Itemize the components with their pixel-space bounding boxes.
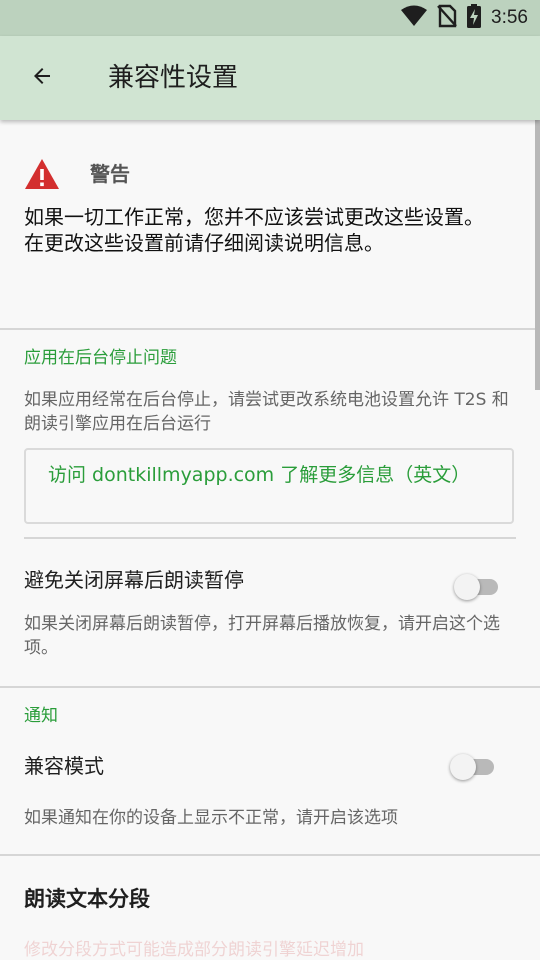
status-bar: 3:56 — [0, 0, 540, 36]
warning-line-2: 在更改这些设置前请仔细阅读说明信息。 — [24, 231, 384, 255]
status-icons: 3:56 — [401, 4, 528, 32]
compat-mode-description: 如果通知在你的设备上显示不正常，请开启该选项 — [24, 808, 398, 828]
background-description: 如果应用经常在后台停止，请尝试更改系统电池设置允许 T2S 和朗读引擎应用在后台… — [24, 390, 509, 434]
warning-header — [24, 158, 60, 194]
divider — [0, 328, 540, 330]
screen-off-toggle[interactable] — [454, 572, 502, 600]
app-bar: 兼容性设置 — [0, 36, 540, 120]
status-time: 3:56 — [491, 7, 528, 28]
warning-body: 如果一切工作正常，您并不应该尝试更改这些设置。 在更改这些设置前请仔细阅读说明信… — [24, 204, 516, 256]
section-title-background: 应用在后台停止问题 — [24, 348, 177, 368]
divider — [24, 537, 516, 539]
toggle-thumb — [454, 574, 480, 600]
compat-mode-toggle[interactable] — [450, 752, 498, 780]
screen-off-pref-description: 如果关闭屏幕后朗读暂停，打开屏幕后播放恢复，请开启这个选项。 — [24, 614, 500, 658]
no-sim-icon — [437, 4, 457, 32]
section-title-notification: 通知 — [24, 706, 58, 726]
dontkillmyapp-link-button[interactable]: 访问 dontkillmyapp.com 了解更多信息（英文） — [24, 448, 514, 524]
warning-title: 警告 — [90, 162, 130, 186]
warning-triangle-icon — [24, 158, 60, 194]
segment-faded-text: 修改分段方式可能造成部分朗读引擎延迟增加 — [24, 940, 364, 960]
arrow-back-icon — [30, 64, 54, 92]
wifi-icon — [401, 5, 428, 31]
page-title: 兼容性设置 — [108, 63, 239, 93]
compat-mode-title: 兼容模式 — [24, 754, 104, 778]
battery-charging-icon — [467, 4, 482, 32]
toggle-thumb — [450, 754, 476, 780]
divider — [0, 686, 540, 688]
scrollbar[interactable] — [535, 120, 540, 390]
dontkillmyapp-link-text: 访问 dontkillmyapp.com 了解更多信息（英文） — [48, 464, 471, 486]
back-button[interactable] — [18, 54, 66, 102]
settings-content[interactable]: 警告 如果一切工作正常，您并不应该尝试更改这些设置。 在更改这些设置前请仔细阅读… — [0, 120, 540, 960]
divider — [0, 854, 540, 856]
screen-off-pref-title: 避免关闭屏幕后朗读暂停 — [24, 568, 244, 592]
warning-line-1: 如果一切工作正常，您并不应该尝试更改这些设置。 — [24, 205, 484, 229]
section-title-segment: 朗读文本分段 — [24, 887, 150, 911]
